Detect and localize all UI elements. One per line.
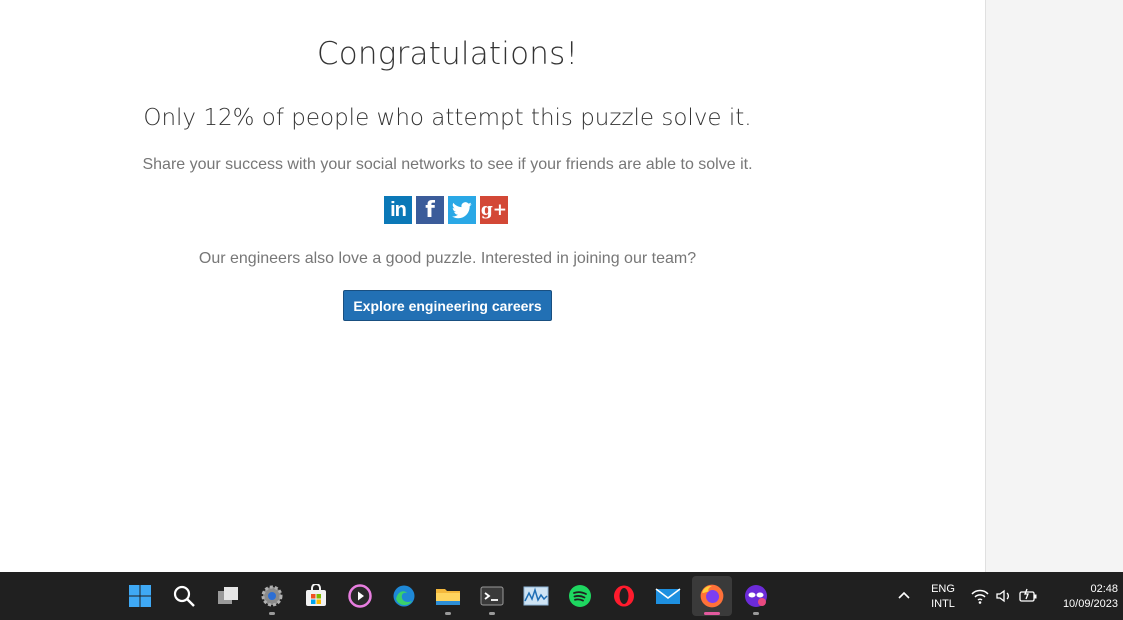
linkedin-share-button[interactable]: in bbox=[384, 196, 412, 224]
page-title: Congratulations! bbox=[316, 36, 579, 72]
input-language-indicator[interactable]: ENG INTL bbox=[928, 582, 958, 612]
task-view-icon[interactable] bbox=[214, 582, 242, 610]
opera-icon[interactable] bbox=[610, 582, 638, 610]
google-plus-icon: g+ bbox=[480, 200, 508, 220]
taskbar: ENG INTL 02:48 10/09/2023 bbox=[0, 572, 1123, 620]
file-explorer-icon[interactable] bbox=[434, 582, 462, 610]
clock-time: 02:48 bbox=[1090, 583, 1118, 595]
clock-date: 10/09/2023 bbox=[1062, 598, 1118, 610]
twitter-share-button[interactable] bbox=[448, 196, 476, 224]
facebook-icon: f bbox=[425, 197, 435, 223]
settings-icon[interactable] bbox=[258, 582, 286, 610]
terminal-icon[interactable] bbox=[478, 582, 506, 610]
media-player-icon[interactable] bbox=[346, 582, 374, 610]
share-prompt: Share your success with your social netw… bbox=[142, 156, 753, 173]
browser-page: Congratulations! Only 12% of people who … bbox=[0, 0, 985, 572]
resource-monitor-icon[interactable] bbox=[522, 582, 550, 610]
success-statistic: Only 12% of people who attempt this puzz… bbox=[143, 105, 752, 131]
search-icon[interactable] bbox=[170, 582, 198, 610]
wifi-icon bbox=[971, 589, 989, 604]
show-hidden-icons-icon[interactable] bbox=[895, 586, 913, 604]
keyboard-layout: INTL bbox=[931, 598, 955, 610]
careers-prompt: Our engineers also love a good puzzle. I… bbox=[198, 250, 697, 267]
firefox-icon[interactable] bbox=[698, 582, 726, 610]
twitter-icon bbox=[452, 201, 472, 218]
linkedin-icon: in bbox=[390, 198, 407, 221]
start-icon[interactable] bbox=[126, 582, 154, 610]
language-code: ENG bbox=[931, 583, 955, 595]
privacy-app-icon[interactable] bbox=[742, 582, 770, 610]
google-plus-share-button[interactable]: g+ bbox=[480, 196, 508, 224]
page-side-gutter bbox=[985, 0, 1123, 572]
volume-icon bbox=[996, 589, 1009, 603]
mail-icon[interactable] bbox=[654, 582, 682, 610]
explore-careers-button[interactable]: Explore engineering careers bbox=[343, 290, 552, 321]
system-clock[interactable]: 02:48 10/09/2023 bbox=[1048, 582, 1118, 612]
system-tray-status[interactable] bbox=[970, 586, 1038, 606]
facebook-share-button[interactable]: f bbox=[416, 196, 444, 224]
edge-icon[interactable] bbox=[390, 582, 418, 610]
social-share-buttons: in f g+ bbox=[384, 196, 508, 224]
store-icon[interactable] bbox=[302, 582, 330, 610]
spotify-icon[interactable] bbox=[566, 582, 594, 610]
battery-icon bbox=[1019, 588, 1037, 602]
